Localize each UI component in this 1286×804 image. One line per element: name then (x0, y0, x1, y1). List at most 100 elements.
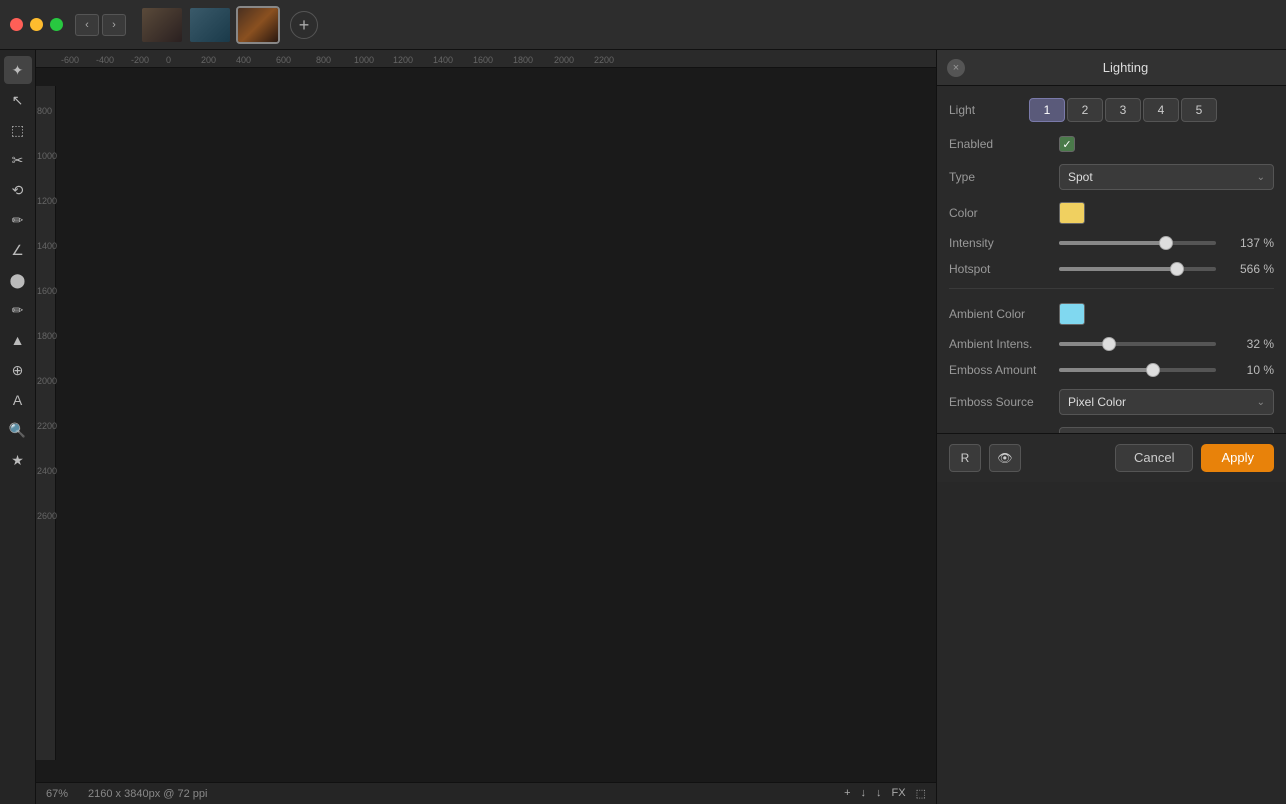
emboss-amount-slider-container: 10 % (1059, 363, 1274, 377)
light-button-3[interactable]: 3 (1105, 98, 1141, 122)
fx-icon[interactable]: FX (892, 787, 906, 800)
light-buttons: 1 2 3 4 5 (1029, 98, 1217, 122)
canvas-area-outer: 800 1000 1200 1400 1600 1800 2000 2200 2… (36, 68, 936, 782)
tool-rect-select[interactable]: ⬚ (4, 116, 32, 144)
light-button-5[interactable]: 5 (1181, 98, 1217, 122)
enabled-control (1059, 136, 1274, 152)
tool-pen[interactable]: ✏ (4, 296, 32, 324)
enabled-checkbox[interactable] (1059, 136, 1075, 152)
thumbnail-2[interactable] (188, 6, 232, 44)
cancel-button[interactable]: Cancel (1115, 444, 1193, 472)
titlebar: ‹ › + (0, 0, 1286, 50)
light-button-2[interactable]: 2 (1067, 98, 1103, 122)
emboss-source-select[interactable]: Pixel Color ⌄ (1059, 389, 1274, 415)
ambient-intens-thumb[interactable] (1102, 337, 1116, 351)
r-button[interactable]: R (949, 444, 981, 472)
tool-text[interactable]: A (4, 386, 32, 414)
emboss-source-value: Pixel Color (1068, 395, 1126, 409)
type-select[interactable]: Spot ⌄ (1059, 164, 1274, 190)
color-row: Color (949, 202, 1274, 224)
hotspot-slider-thumb[interactable] (1170, 262, 1184, 276)
type-label: Type (949, 170, 1059, 184)
tool-shape[interactable]: ▲ (4, 326, 32, 354)
emboss-source-row: Emboss Source Pixel Color ⌄ (949, 389, 1274, 415)
apply-button[interactable]: Apply (1201, 444, 1274, 472)
emboss-amount-label: Emboss Amount (949, 363, 1059, 377)
tool-select[interactable]: ↖ (4, 86, 32, 114)
export-icon[interactable]: ↓ (876, 787, 882, 800)
tool-eyedrop[interactable]: ⊕ (4, 356, 32, 384)
ambient-intens-track (1059, 342, 1216, 346)
color-control (1059, 202, 1274, 224)
emboss-amount-row: Emboss Amount 10 % (949, 363, 1274, 377)
type-row: Type Spot ⌄ (949, 164, 1274, 190)
light-label: Light (949, 103, 1029, 117)
intensity-label: Intensity (949, 236, 1059, 250)
intensity-slider-container: 137 % (1059, 236, 1274, 250)
type-control: Spot ⌄ (1059, 164, 1274, 190)
nav-back-button[interactable]: ‹ (75, 14, 99, 36)
enabled-row: Enabled (949, 136, 1274, 152)
thumbnail-1[interactable] (140, 6, 184, 44)
panel-footer: R 👁 Cancel Apply (937, 433, 1286, 482)
minimize-button[interactable] (30, 18, 43, 31)
ambient-intens-label: Ambient Intens. (949, 337, 1059, 351)
layers-icon[interactable]: ⬚ (916, 787, 926, 800)
panel-body: Light 1 2 3 4 5 Enabled Type (937, 86, 1286, 433)
panel-header: × Lighting (937, 50, 1286, 86)
intensity-slider-thumb[interactable] (1159, 236, 1173, 250)
thumbnail-3[interactable] (236, 6, 280, 44)
tool-fill[interactable]: ⬤ (4, 266, 32, 294)
ruler-horizontal: -600 -400 -200 0 200 400 600 800 1000 12… (36, 50, 936, 68)
emboss-source-label: Emboss Source (949, 395, 1059, 409)
panel-lower-area (937, 482, 1286, 804)
ambient-intens-slider-container: 32 % (1059, 337, 1274, 351)
panel-close-button[interactable]: × (947, 59, 965, 77)
hotspot-row: Hotspot 566 % (949, 262, 1274, 276)
hotspot-slider-container: 566 % (1059, 262, 1274, 276)
nav-arrows: ‹ › (75, 14, 126, 36)
tool-paint[interactable]: ✏ (4, 206, 32, 234)
emboss-amount-track (1059, 368, 1216, 372)
tool-lasso[interactable]: ✂ (4, 146, 32, 174)
enabled-label: Enabled (949, 137, 1059, 151)
light-button-1[interactable]: 1 (1029, 98, 1065, 122)
bottom-icons: + ↓ ↓ FX ⬚ (844, 787, 926, 800)
tool-angle[interactable]: ∠ (4, 236, 32, 264)
emboss-source-control: Pixel Color ⌄ (1059, 389, 1274, 415)
light-selector-row: Light 1 2 3 4 5 (949, 98, 1274, 122)
emboss-amount-value: 10 % (1224, 363, 1274, 377)
download-icon[interactable]: ↓ (861, 787, 867, 800)
color-swatch[interactable] (1059, 202, 1085, 224)
canvas-wrapper: -600 -400 -200 0 200 400 600 800 1000 12… (36, 50, 936, 804)
type-value: Spot (1068, 170, 1093, 184)
tool-transform[interactable]: ⟲ (4, 176, 32, 204)
light-button-4[interactable]: 4 (1143, 98, 1179, 122)
close-button[interactable] (10, 18, 23, 31)
hotspot-value: 566 % (1224, 262, 1274, 276)
intensity-slider-track (1059, 241, 1216, 245)
color-label: Color (949, 206, 1059, 220)
tool-move[interactable]: ✦ (4, 56, 32, 84)
tool-star[interactable]: ★ (4, 446, 32, 474)
add-document-button[interactable]: + (290, 11, 318, 39)
divider-1 (949, 288, 1274, 289)
lighting-panel: × Lighting Light 1 2 3 4 5 Enabled (936, 50, 1286, 804)
fullscreen-button[interactable] (50, 18, 63, 31)
tool-zoom[interactable]: 🔍 (4, 416, 32, 444)
zoom-level: 67% (46, 788, 68, 800)
add-layer-icon[interactable]: + (844, 787, 850, 800)
panel-title: Lighting (975, 60, 1276, 75)
nav-forward-button[interactable]: › (102, 14, 126, 36)
intensity-row: Intensity 137 % (949, 236, 1274, 250)
emboss-amount-thumb[interactable] (1146, 363, 1160, 377)
intensity-value: 137 % (1224, 236, 1274, 250)
ambient-intens-value: 32 % (1224, 337, 1274, 351)
canvas-dimensions: 2160 x 3840px @ 72 ppi (88, 788, 207, 800)
preview-eye-button[interactable]: 👁 (989, 444, 1021, 472)
thumbnail-list (140, 6, 280, 44)
chevron-down-icon: ⌄ (1257, 172, 1265, 183)
main-content: ✦ ↖ ⬚ ✂ ⟲ ✏ ∠ ⬤ ✏ ▲ ⊕ A 🔍 ★ -600 -400 -2… (0, 50, 1286, 804)
eye-icon: 👁 (997, 451, 1012, 465)
ambient-color-swatch[interactable] (1059, 303, 1085, 325)
